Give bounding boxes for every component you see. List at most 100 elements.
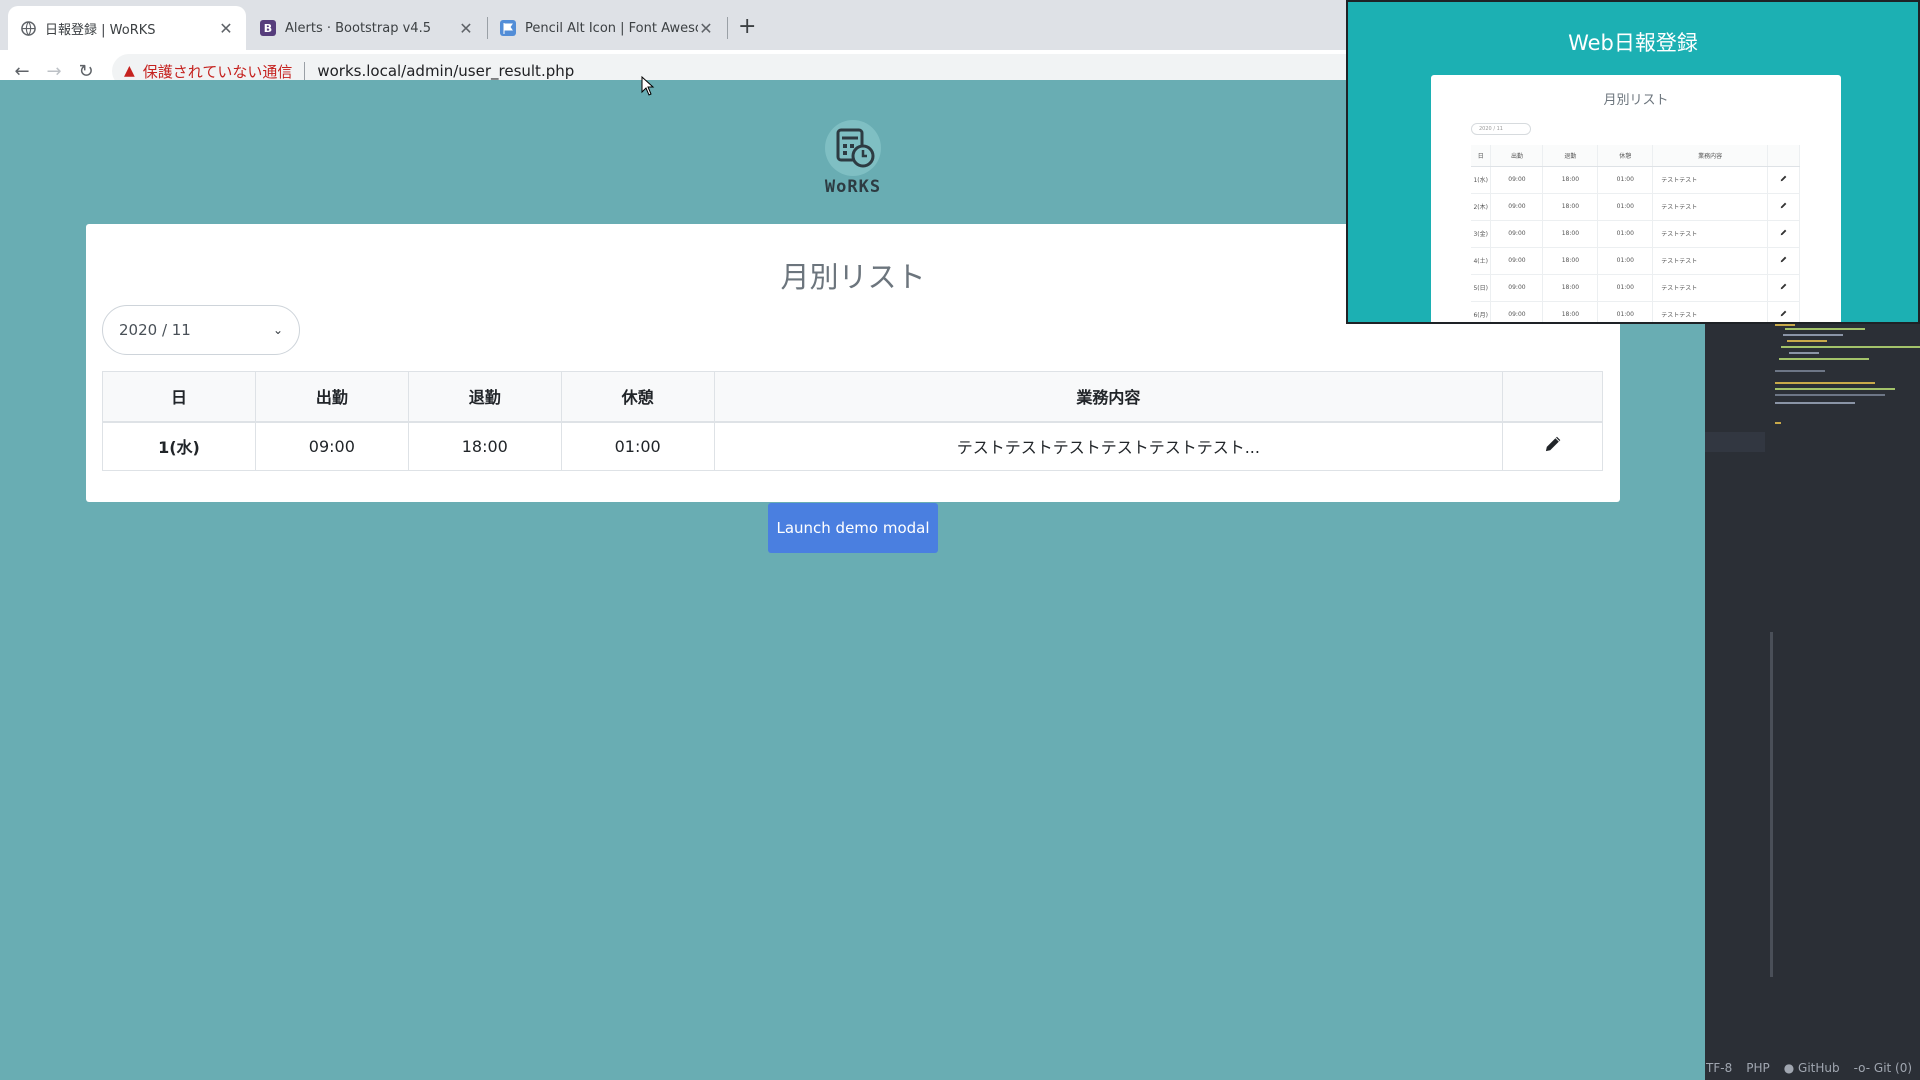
- status-github-label: GitHub: [1798, 1060, 1840, 1075]
- editor-scrollbar[interactable]: [1770, 632, 1773, 977]
- omnibox-divider: [304, 62, 306, 80]
- github-icon: ●: [1783, 1060, 1795, 1075]
- cell-clock-out: 18:00: [407, 421, 562, 471]
- pip-cell-work: テストテスト: [1652, 247, 1769, 275]
- cell-break: 01:00: [560, 421, 715, 471]
- pip-cell-day: 4(土): [1471, 247, 1492, 275]
- pip-cell-out: 18:00: [1542, 193, 1599, 221]
- pip-card-title: 月別リスト: [1603, 93, 1669, 108]
- mouse-cursor-icon: [641, 75, 655, 100]
- pip-cell-action: [1767, 274, 1800, 302]
- pip-header: 日: [1471, 145, 1492, 167]
- pip-title: Web日報登録: [1568, 31, 1698, 55]
- pip-table-row: 6(月) 09:00 18:00 01:00 テストテスト: [1471, 301, 1800, 322]
- tab-label: Alerts · Bootstrap v4.5: [285, 20, 431, 36]
- tab-fontawesome[interactable]: Pencil Alt Icon | Font Awesome ✕: [488, 6, 726, 50]
- editor-minimap[interactable]: [1775, 322, 1920, 432]
- pip-cell-action: [1767, 193, 1800, 221]
- pencil-icon[interactable]: [1780, 283, 1787, 292]
- picture-in-picture-window[interactable]: Web日報登録 月別リスト 2020 / 11 日 出勤 退勤 休憩 業務内容 …: [1346, 0, 1920, 324]
- pip-month-select: 2020 / 11: [1471, 123, 1531, 135]
- pip-cell-work: テストテスト: [1652, 166, 1769, 194]
- close-icon[interactable]: ✕: [218, 19, 234, 38]
- git-commit-icon: -o-: [1853, 1060, 1871, 1075]
- status-encoding[interactable]: TF-8: [1706, 1061, 1732, 1075]
- pip-cell-in: 09:00: [1490, 193, 1544, 221]
- cell-clock-in: 09:00: [254, 421, 409, 471]
- pip-card: 月別リスト 2020 / 11 日 出勤 退勤 休憩 業務内容 1(水) 09:0…: [1431, 75, 1841, 322]
- status-github[interactable]: ● GitHub: [1784, 1061, 1840, 1075]
- url-text[interactable]: works.local/admin/user_result.php: [317, 62, 574, 80]
- calendar-clock-icon: [825, 120, 881, 176]
- pencil-icon[interactable]: [1780, 229, 1787, 238]
- pencil-icon[interactable]: [1780, 256, 1787, 265]
- pip-cell-break: 01:00: [1597, 166, 1654, 194]
- cell-day: 1(水): [102, 421, 256, 471]
- tab-works[interactable]: 日報登録 | WoRKS ✕: [8, 6, 246, 50]
- pip-cell-action: [1767, 247, 1800, 275]
- logo-wordmark: WoRKS: [824, 177, 882, 197]
- warning-triangle-icon: ▲: [124, 63, 135, 79]
- code-editor-panel: TF-8 PHP ● GitHub -o- Git (0): [1705, 322, 1920, 1080]
- tab-bootstrap[interactable]: B Alerts · Bootstrap v4.5 ✕: [248, 6, 486, 50]
- monthly-table: 日 出勤 退勤 休憩 業務内容 1(水) 09:00 18:00 01:00 テ…: [102, 371, 1603, 471]
- column-header-break: 休憩: [560, 371, 715, 423]
- pip-table-row: 5(日) 09:00 18:00 01:00 テストテスト: [1471, 274, 1800, 302]
- pip-table: 日 出勤 退勤 休憩 業務内容 1(水) 09:00 18:00 01:00 テストテス…: [1471, 145, 1800, 322]
- works-logo: WoRKS: [810, 120, 896, 200]
- pencil-icon[interactable]: [1780, 175, 1787, 184]
- editor-current-line: [1705, 432, 1765, 452]
- pip-cell-out: 18:00: [1542, 274, 1599, 302]
- pip-cell-in: 09:00: [1490, 247, 1544, 275]
- tab-separator: [727, 17, 728, 39]
- pip-cell-break: 01:00: [1597, 301, 1654, 322]
- pip-table-row: 4(土) 09:00 18:00 01:00 テストテスト: [1471, 247, 1800, 275]
- table-header-row: 日 出勤 退勤 休憩 業務内容: [102, 371, 1603, 423]
- flag-icon: [500, 20, 516, 36]
- pip-table-row: 2(木) 09:00 18:00 01:00 テストテスト: [1471, 193, 1800, 221]
- pip-cell-work: テストテスト: [1652, 301, 1769, 322]
- tab-label: 日報登録 | WoRKS: [45, 22, 156, 38]
- pip-cell-break: 01:00: [1597, 274, 1654, 302]
- status-language[interactable]: PHP: [1746, 1061, 1770, 1075]
- pip-cell-out: 18:00: [1542, 247, 1599, 275]
- new-tab-plus-icon[interactable]: +: [738, 14, 756, 39]
- pip-cell-work: テストテスト: [1652, 274, 1769, 302]
- pencil-icon[interactable]: [1780, 202, 1787, 211]
- pencil-icon[interactable]: [1544, 436, 1562, 457]
- globe-icon: [20, 20, 36, 36]
- pip-cell-action: [1767, 301, 1800, 322]
- pip-cell-day: 5(日): [1471, 274, 1492, 302]
- pip-cell-in: 09:00: [1490, 301, 1544, 322]
- column-header-work: 業務内容: [713, 371, 1504, 423]
- pip-header: 退勤: [1542, 145, 1599, 167]
- pip-cell-day: 1(水): [1471, 166, 1492, 194]
- month-select[interactable]: 2020 / 11 ⌄: [102, 305, 300, 355]
- tab-label: Pencil Alt Icon | Font Awesome: [525, 20, 698, 36]
- pip-header: 出勤: [1490, 145, 1544, 167]
- launch-modal-button[interactable]: Launch demo modal: [768, 503, 938, 553]
- close-icon[interactable]: ✕: [698, 19, 714, 38]
- pip-cell-work: テストテスト: [1652, 193, 1769, 221]
- pip-cell-action: [1767, 166, 1800, 194]
- pip-cell-out: 18:00: [1542, 301, 1599, 322]
- pip-cell-in: 09:00: [1490, 274, 1544, 302]
- column-header-day: 日: [102, 371, 256, 423]
- cell-action: [1502, 421, 1603, 471]
- pip-cell-break: 01:00: [1597, 247, 1654, 275]
- column-header-action: [1502, 371, 1603, 423]
- close-icon[interactable]: ✕: [458, 19, 474, 38]
- status-git-label: Git (0): [1873, 1060, 1913, 1075]
- status-git[interactable]: -o- Git (0): [1854, 1061, 1912, 1075]
- pencil-icon[interactable]: [1780, 310, 1787, 319]
- pip-header-row: 日 出勤 退勤 休憩 業務内容: [1471, 145, 1800, 167]
- pip-cell-in: 09:00: [1490, 220, 1544, 248]
- editor-status-bar: TF-8 PHP ● GitHub -o- Git (0): [1705, 1055, 1920, 1080]
- pip-cell-out: 18:00: [1542, 166, 1599, 194]
- month-select-value: 2020 / 11: [119, 321, 191, 339]
- pip-cell-day: 3(金): [1471, 220, 1492, 248]
- column-header-out: 退勤: [407, 371, 562, 423]
- pip-header: [1767, 145, 1800, 167]
- pip-cell-break: 01:00: [1597, 220, 1654, 248]
- security-status[interactable]: 保護されていない通信: [143, 61, 293, 82]
